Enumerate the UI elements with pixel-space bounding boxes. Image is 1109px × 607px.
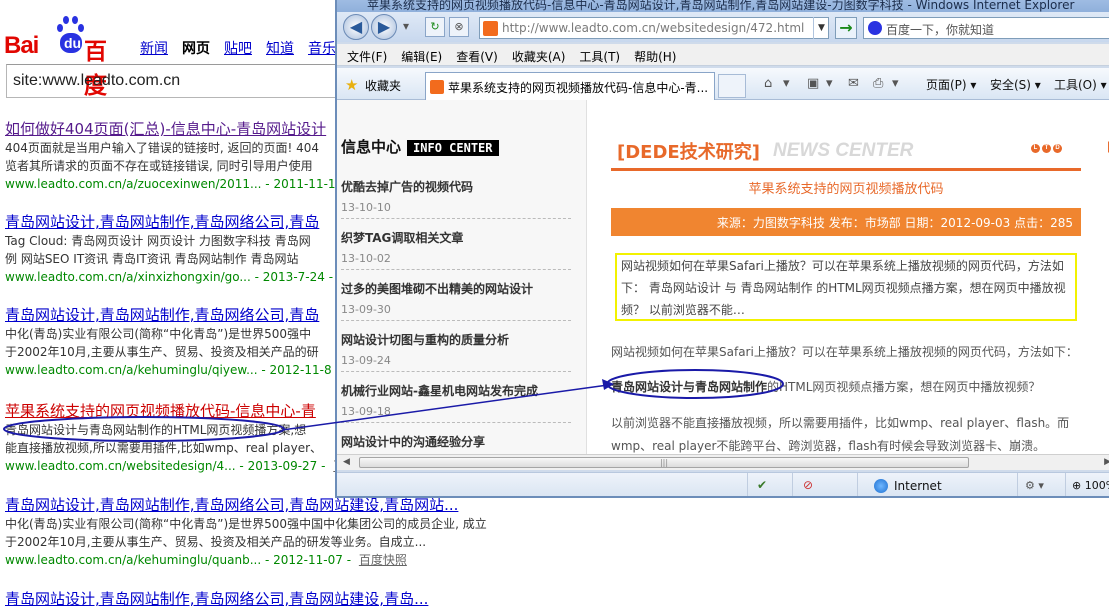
baidu-nav: 新闻 网页 贴吧 知道 音乐 xyxy=(140,38,336,58)
print-icon[interactable]: ⎙ xyxy=(873,76,883,91)
sidebar-item[interactable]: 网站设计切图与重构的质量分析 13-09-24 xyxy=(341,331,571,372)
forward-button[interactable]: ▶ xyxy=(371,14,397,40)
status-bar: ✔ ⊘ Internet ⚙ ▾ ⊕ 100% xyxy=(337,472,1109,496)
search-placeholder: 百度一下，你就知道 xyxy=(886,23,995,37)
zoom-level[interactable]: ⊕ 100% xyxy=(1072,479,1109,492)
security-zone: Internet xyxy=(894,479,942,493)
article: [DEDE技术研究] NEWS CENTER LTD 苹果系统支持的网页视频播放… xyxy=(611,100,1081,454)
favorites-bar: ★ 收藏夹 苹果系统支持的网页视频播放代码-信息中心-青... ⌂ ▾ ▣ ▾ … xyxy=(337,68,1109,100)
section-title-en: NEWS CENTER xyxy=(773,140,914,161)
result-url: www.leadto.com.cn/a/kehuminglu/quanb... … xyxy=(5,553,407,567)
nav-news[interactable]: 新闻 xyxy=(140,38,168,58)
nav-web[interactable]: 网页 xyxy=(182,38,210,58)
menu-help[interactable]: 帮助(H) xyxy=(634,48,676,64)
baidu-logo-du: du xyxy=(64,35,82,51)
print-dropdown-icon[interactable]: ▾ xyxy=(892,76,899,91)
baidu-logo[interactable]: Bai du 百度 xyxy=(4,14,124,99)
result-title[interactable]: 青岛网站设计,青岛网站制作,青岛网络公司,青岛网站建设,青岛... xyxy=(5,588,565,607)
ie-window: 苹果系统支持的网页视频播放代码-信息中心-青岛网站设计,青岛网站制作,青岛网站建… xyxy=(335,0,1109,498)
tab-favicon-icon xyxy=(430,80,444,94)
sidebar-item[interactable]: 网站设计中的沟通经验分享 xyxy=(341,433,571,454)
home-dropdown-icon[interactable]: ▾ xyxy=(783,76,790,91)
section-divider xyxy=(611,168,1081,171)
mail-icon[interactable]: ✉ xyxy=(848,76,859,91)
site-favicon-icon xyxy=(483,21,498,36)
menu-edit[interactable]: 编辑(E) xyxy=(401,48,442,64)
result-snippet: 于2002年10月,主要从事生产、贸易、投资及相关产品的研发等业务。自成立... xyxy=(5,535,427,549)
tools-menu[interactable]: 工具(O) ▾ xyxy=(1054,76,1107,93)
article-meta: 来源：力图数字科技 发布：市场部 日期：2012-09-03 点击：285 xyxy=(611,208,1081,236)
search-box[interactable]: 百度一下，你就知道 xyxy=(863,17,1109,39)
address-text: http://www.leadto.com.cn/websitedesign/4… xyxy=(502,21,805,35)
home-icon[interactable]: ⌂ xyxy=(764,76,772,91)
window-title: 苹果系统支持的网页视频播放代码-信息中心-青岛网站设计,青岛网站制作,青岛网站建… xyxy=(337,0,1109,12)
recent-pages-dropdown[interactable]: ▾ xyxy=(403,19,409,33)
baidu-logo-bai: Bai xyxy=(4,32,39,59)
new-tab-button[interactable] xyxy=(718,74,746,98)
address-dropdown[interactable]: ▼ xyxy=(813,17,829,39)
tab-title: 苹果系统支持的网页视频播放代码-信息中心-青... xyxy=(448,81,709,95)
nav-tieba[interactable]: 贴吧 xyxy=(224,38,252,58)
result-snippet: 中化(青岛)实业有限公司(简称“中化青岛”)是世界500强中国中化集团公司的成员… xyxy=(5,517,487,531)
menu-file[interactable]: 文件(F) xyxy=(347,48,387,64)
stop-icon[interactable]: ⊗ xyxy=(449,17,469,37)
page-menu[interactable]: 页面(P) ▾ xyxy=(926,76,976,93)
back-button[interactable]: ◀ xyxy=(343,14,369,40)
address-row: ◀ ▶ ▾ ↻ ⊗ http://www.leadto.com.cn/websi… xyxy=(337,12,1109,42)
page-viewport: 信息中心 INFO CENTER 优酷去掉广告的视频代码 13-10-10 织梦T… xyxy=(337,100,1109,454)
baidu-search-provider-icon xyxy=(868,21,882,35)
internet-zone-icon xyxy=(874,479,888,493)
info-sidebar: 信息中心 INFO CENTER 优酷去掉广告的视频代码 13-10-10 织梦T… xyxy=(337,100,587,454)
sidebar-item[interactable]: 过多的美图堆砌不出精美的网站设计 13-09-30 xyxy=(341,280,571,321)
result-item: 青岛网站设计,青岛网站制作,青岛网络公司,青岛网站建设,青岛... xyxy=(5,588,565,607)
tab-active[interactable]: 苹果系统支持的网页视频播放代码-信息中心-青... xyxy=(425,72,715,100)
sidebar-title-en: INFO CENTER xyxy=(407,140,499,156)
article-summary: 网站视频如何在苹果Safari上播放？可以在苹果系统上播放视频的网页代码，方法如… xyxy=(615,253,1077,321)
nav-zhidao[interactable]: 知道 xyxy=(266,38,294,58)
scrollbar-thumb[interactable]: ||| xyxy=(359,457,969,468)
menu-favorites[interactable]: 收藏夹(A) xyxy=(512,48,566,64)
article-title: 苹果系统支持的网页视频播放代码 xyxy=(748,182,944,197)
compat-view-icon[interactable]: ↻ xyxy=(425,17,445,37)
feeds-dropdown-icon[interactable]: ▾ xyxy=(826,76,833,91)
menu-bar: 文件(F) 编辑(E) 查看(V) 收藏夹(A) 工具(T) 帮助(H) xyxy=(337,44,1109,66)
screenshot-root: Bai du 百度 新闻 网页 贴吧 知道 音乐 site:www.leadto… xyxy=(0,0,1109,607)
baidu-search-input[interactable]: site:www.leadto.com.cn xyxy=(6,64,346,98)
favorites-star-icon[interactable]: ★ xyxy=(345,76,358,94)
article-paragraph: 网站视频如何在苹果Safari上播放？可以在苹果系统上播放视频的网页代码，方法如… xyxy=(611,345,1078,359)
scroll-left-icon[interactable]: ◀ xyxy=(343,457,350,467)
sidebar-item[interactable]: 优酷去掉广告的视频代码 13-10-10 xyxy=(341,178,571,219)
ltd-badge: LTD xyxy=(1031,144,1062,153)
result-item: 青岛网站设计,青岛网站制作,青岛网络公司,青岛网站建设,青岛网站... 中化(青… xyxy=(5,494,565,569)
scroll-right-icon[interactable]: ▶ xyxy=(1104,457,1109,467)
feeds-icon[interactable]: ▣ xyxy=(807,76,819,91)
nav-music[interactable]: 音乐 xyxy=(308,38,336,58)
sidebar-title: 信息中心 INFO CENTER xyxy=(341,136,499,157)
address-bar[interactable]: http://www.leadto.com.cn/websitedesign/4… xyxy=(479,17,829,39)
horizontal-scrollbar[interactable]: ◀ ||| ▶ xyxy=(337,454,1109,470)
article-paragraph: 青岛网站设计与青岛网站制作的HTML网页视频点播方案，想在网页中播放视频？ xyxy=(611,380,1041,394)
article-paragraph: 以前浏览器不能直接播放视频，所以需要用插件，比如wmp、real player、… xyxy=(611,416,1070,430)
result-snapshot-link[interactable]: 百度快照 xyxy=(359,553,407,567)
menu-tools[interactable]: 工具(T) xyxy=(579,48,620,64)
sidebar-item[interactable]: 织梦TAG调取相关文章 13-10-02 xyxy=(341,229,571,270)
safety-menu[interactable]: 安全(S) ▾ xyxy=(990,76,1041,93)
page-status-icon: ✔ xyxy=(757,478,768,492)
popup-blocker-icon: ⊘ xyxy=(803,478,814,492)
section-title: [DEDE技术研究] xyxy=(617,142,760,163)
favorites-button[interactable]: 收藏夹 xyxy=(365,77,401,94)
protected-mode-icon[interactable]: ⚙ ▾ xyxy=(1025,479,1044,492)
go-button[interactable]: → xyxy=(835,17,857,39)
article-link[interactable]: 青岛网站设计与青岛网站制作 xyxy=(611,380,767,394)
article-paragraph: wmp、real player不能跨平台、跨浏览器，flash有时候会导致浏览器… xyxy=(611,439,1046,453)
menu-view[interactable]: 查看(V) xyxy=(456,48,498,64)
sidebar-item[interactable]: 机械行业网站-鑫星机电网站发布完成 13-09-18 xyxy=(341,382,571,423)
